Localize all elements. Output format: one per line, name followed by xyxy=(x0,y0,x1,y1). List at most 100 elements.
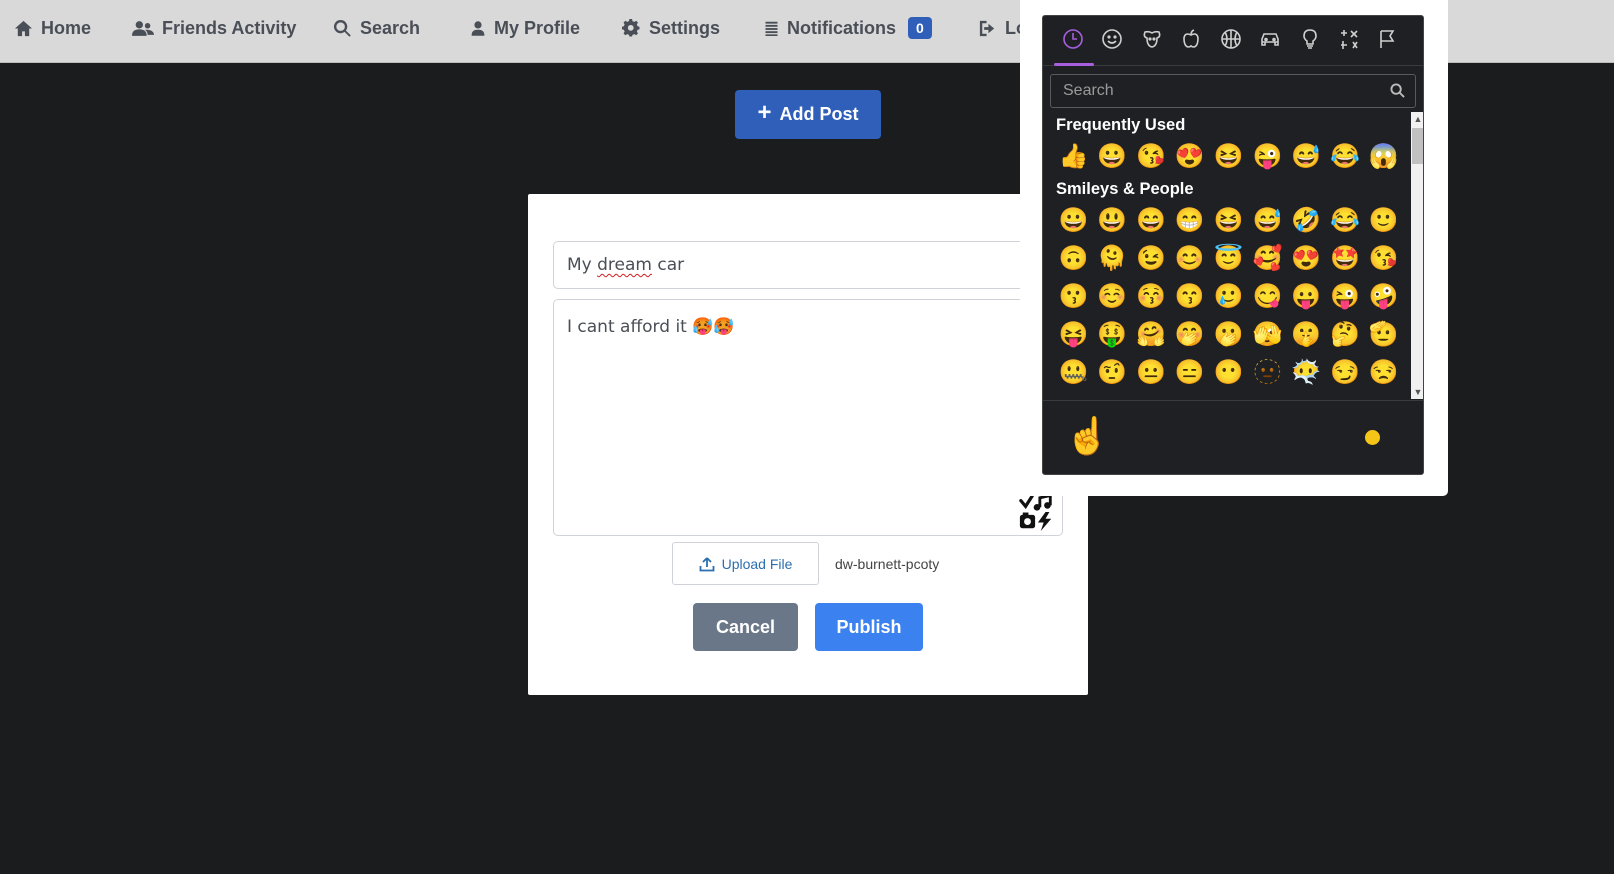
nav-search[interactable]: Search xyxy=(333,0,420,56)
emoji-button[interactable]: 😇 xyxy=(1209,244,1248,274)
emoji-button[interactable]: 😱 xyxy=(1364,142,1403,172)
emoji-row: 🙃 🫠 😉 😊 😇 🥰 😍 🤩 😘 xyxy=(1043,240,1411,278)
nav-friends-activity[interactable]: Friends Activity xyxy=(132,0,296,56)
emoji-button[interactable]: 😋 xyxy=(1248,282,1287,312)
emoji-button[interactable]: 😒 xyxy=(1364,358,1403,388)
emoji-button[interactable]: 🤪 xyxy=(1364,282,1403,312)
scroll-up-icon[interactable]: ▲ xyxy=(1413,114,1423,124)
emoji-button[interactable]: 😑 xyxy=(1170,358,1209,388)
emoji-button[interactable]: 😀 xyxy=(1054,206,1093,236)
emoji-button[interactable]: 😗 xyxy=(1054,282,1093,312)
user-icon xyxy=(471,20,485,36)
emoji-button[interactable]: 😘 xyxy=(1132,142,1171,172)
emoji-button[interactable]: 😍 xyxy=(1287,244,1326,274)
nav-my-profile[interactable]: My Profile xyxy=(470,0,580,56)
emoji-preview: ☝️ xyxy=(1065,415,1110,456)
emoji-button[interactable]: 🫡 xyxy=(1364,320,1403,350)
publish-button[interactable]: Publish xyxy=(815,603,923,651)
section-title-frequently-used: Frequently Used xyxy=(1056,115,1186,134)
emoji-button[interactable]: 🤑 xyxy=(1093,320,1132,350)
emoji-button[interactable]: 🫣 xyxy=(1248,320,1287,350)
emoji-button[interactable]: 😀 xyxy=(1093,142,1132,172)
emoji-button[interactable]: 😚 xyxy=(1132,282,1171,312)
category-recent-icon[interactable] xyxy=(1062,28,1084,50)
emoji-button[interactable]: 😂 xyxy=(1326,142,1365,172)
category-objects-icon[interactable] xyxy=(1299,28,1321,50)
emoji-button[interactable]: 🤩 xyxy=(1326,244,1365,274)
add-post-button[interactable]: + Add Post xyxy=(735,90,881,139)
emoji-button[interactable]: 🥲 xyxy=(1209,282,1248,312)
category-food-icon[interactable] xyxy=(1180,28,1202,50)
emoji-button[interactable]: 😅 xyxy=(1248,206,1287,236)
category-flags-icon[interactable] xyxy=(1377,28,1399,50)
emoji-button[interactable]: 🤣 xyxy=(1287,206,1326,236)
emoji-button[interactable]: 😜 xyxy=(1248,142,1287,172)
emoji-button[interactable]: 😜 xyxy=(1326,282,1365,312)
cancel-button[interactable]: Cancel xyxy=(693,603,798,651)
emoji-button[interactable]: 😆 xyxy=(1209,142,1248,172)
post-body-text: I cant afford it 🥵🥵 xyxy=(567,317,735,337)
emoji-button[interactable]: 🥰 xyxy=(1248,244,1287,274)
emoji-button[interactable]: 😁 xyxy=(1170,206,1209,236)
section-title-smileys: Smileys & People xyxy=(1056,179,1194,198)
emoji-button[interactable]: 👍 xyxy=(1054,142,1093,172)
emoji-list-scrollbar[interactable]: ▲ ▼ xyxy=(1411,112,1423,399)
nav-home-label: Home xyxy=(41,17,92,38)
emoji-button[interactable]: 😉 xyxy=(1132,244,1171,274)
category-animal-icon[interactable] xyxy=(1141,28,1163,50)
emoji-button[interactable]: 😅 xyxy=(1287,142,1326,172)
title-text-part-2: car xyxy=(651,255,685,275)
emoji-search-input[interactable]: Search xyxy=(1050,74,1416,108)
emoji-button[interactable]: 😐 xyxy=(1132,358,1171,388)
category-travel-icon[interactable] xyxy=(1259,28,1281,50)
emoji-row: 😝 🤑 🤗 🤭 🫢 🫣 🤫 🤔 🫡 xyxy=(1043,316,1411,354)
home-icon xyxy=(14,20,33,36)
emoji-button[interactable]: 🫠 xyxy=(1093,244,1132,274)
emoji-button[interactable]: 😘 xyxy=(1364,244,1403,274)
emoji-button[interactable]: 🤗 xyxy=(1132,320,1171,350)
emoji-button[interactable]: 🤔 xyxy=(1326,320,1365,350)
category-symbols-icon[interactable] xyxy=(1338,28,1360,50)
emoji-button[interactable]: 🤐 xyxy=(1054,358,1093,388)
nav-notifications[interactable]: Notifications 0 xyxy=(764,0,932,56)
upload-file-button[interactable]: Upload File xyxy=(672,542,819,585)
emoji-button[interactable]: 🫥 xyxy=(1248,358,1287,388)
nav-settings[interactable]: Settings xyxy=(622,0,720,56)
emoji-button[interactable]: 🤫 xyxy=(1287,320,1326,350)
emoji-button[interactable]: 😝 xyxy=(1054,320,1093,350)
emoji-button[interactable]: 😙 xyxy=(1170,282,1209,312)
emoji-button[interactable]: 😊 xyxy=(1170,244,1209,274)
emoji-button[interactable]: 🙃 xyxy=(1054,244,1093,274)
scrollbar-thumb[interactable] xyxy=(1412,128,1423,164)
emoji-button[interactable]: 😃 xyxy=(1093,206,1132,236)
skin-tone-selector[interactable] xyxy=(1365,430,1380,445)
post-title-input[interactable]: My dream car xyxy=(553,241,1063,289)
media-picker-icon[interactable] xyxy=(1018,494,1056,532)
upload-icon xyxy=(699,556,714,571)
emoji-button[interactable]: 🤭 xyxy=(1170,320,1209,350)
emoji-button[interactable]: 😂 xyxy=(1326,206,1365,236)
category-activity-icon[interactable] xyxy=(1220,28,1242,50)
emoji-button[interactable]: 😶 xyxy=(1209,358,1248,388)
emoji-button[interactable]: 😄 xyxy=(1132,206,1171,236)
emoji-button[interactable]: 🤨 xyxy=(1093,358,1132,388)
emoji-category-bar xyxy=(1043,16,1423,66)
emoji-button[interactable]: 😶‍🌫️ xyxy=(1287,358,1326,388)
emoji-button[interactable]: 😍 xyxy=(1170,142,1209,172)
scroll-down-icon[interactable]: ▼ xyxy=(1413,387,1423,397)
emoji-button[interactable]: 😆 xyxy=(1209,206,1248,236)
post-body-textarea[interactable]: I cant afford it 🥵🥵 xyxy=(553,299,1063,536)
plus-icon: + xyxy=(757,99,772,126)
nav-home[interactable]: Home xyxy=(14,0,91,56)
category-smiley-icon[interactable] xyxy=(1101,28,1123,50)
new-post-modal: My dream car I cant afford it 🥵🥵 Upload … xyxy=(528,194,1088,695)
nav-settings-label: Settings xyxy=(649,17,721,38)
add-post-label: Add Post xyxy=(779,104,859,124)
notification-count-badge: 0 xyxy=(908,17,932,39)
emoji-button[interactable]: 🙂 xyxy=(1364,206,1403,236)
emoji-button[interactable]: 😛 xyxy=(1287,282,1326,312)
emoji-button[interactable]: ☺️ xyxy=(1093,282,1132,312)
gear-icon xyxy=(622,18,640,36)
emoji-button[interactable]: 🫢 xyxy=(1209,320,1248,350)
emoji-button[interactable]: 😏 xyxy=(1326,358,1365,388)
